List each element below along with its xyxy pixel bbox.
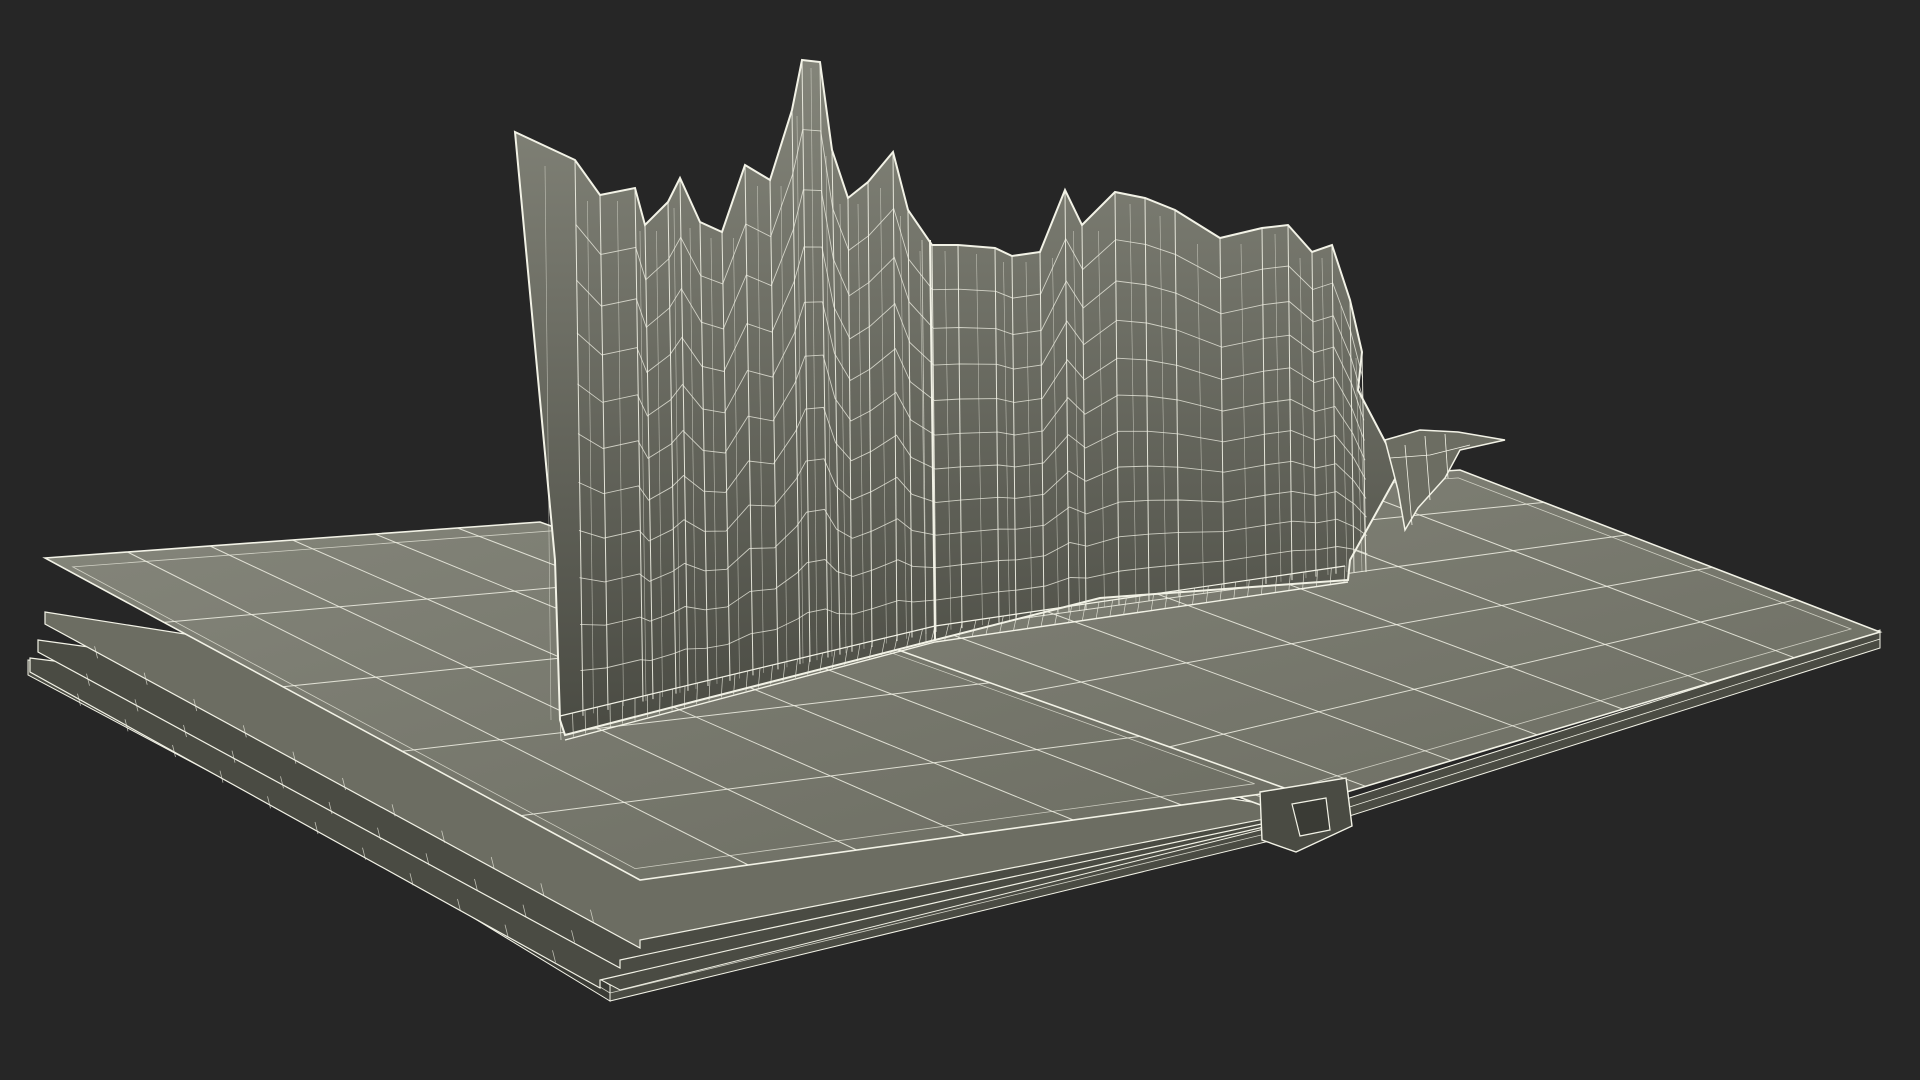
wireframe-scene: [0, 0, 1920, 1080]
render-viewport: [0, 0, 1920, 1080]
wire-line: [671, 688, 673, 711]
wire-line: [597, 706, 599, 731]
